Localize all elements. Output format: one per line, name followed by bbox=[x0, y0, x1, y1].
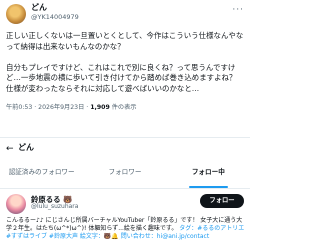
avatar[interactable] bbox=[6, 4, 26, 24]
user-handle[interactable]: @lulu_suzuhara bbox=[31, 203, 78, 210]
tweet-time[interactable]: 午前0:53 · 2026年9月23日 · bbox=[6, 104, 90, 111]
back-arrow-icon[interactable]: ← bbox=[6, 144, 14, 154]
author-handle[interactable]: @YK14004979 bbox=[31, 13, 79, 22]
followers-tabs: 認証済みのフォロワー フォロワー フォロー中 bbox=[0, 158, 250, 188]
tab-followers[interactable]: フォロワー bbox=[83, 158, 166, 188]
tweet-author-row: どん @YK14004979 ··· bbox=[6, 3, 244, 27]
follow-button[interactable]: フォロー bbox=[200, 194, 244, 208]
user-card[interactable]: 鈴原るる 🐻 @lulu_suzuhara フォロー こんるるー♪♪ にじさんじ… bbox=[0, 190, 250, 250]
views-label: 件の表示 bbox=[109, 104, 137, 111]
avatar[interactable] bbox=[6, 194, 26, 214]
tweet-meta: 午前0:53 · 2026年9月23日 · 1,909 件の表示 bbox=[6, 102, 244, 111]
views-count: 1,909 bbox=[90, 104, 110, 111]
tab-following[interactable]: フォロー中 bbox=[167, 158, 250, 188]
divider bbox=[0, 188, 250, 189]
profile-name: どん bbox=[18, 143, 34, 152]
author-names: どん @YK14004979 bbox=[31, 3, 79, 22]
tweet: どん @YK14004979 ··· 正しい正しくないは一旦置いとくとして、今作… bbox=[0, 0, 250, 136]
author-display-name[interactable]: どん bbox=[31, 3, 79, 12]
user-bio: こんるるー♪♪ にじさんじ所属バーチャルYouTuber「鈴原るる」です！ 女子… bbox=[6, 217, 246, 242]
more-options-icon[interactable]: ··· bbox=[232, 5, 244, 15]
tweet-body: 正しい正しくないは一旦置いとくとして、今作はこういう仕様なんやなって納得は出来な… bbox=[6, 31, 244, 93]
tab-verified-followers[interactable]: 認証済みのフォロワー bbox=[0, 158, 83, 188]
